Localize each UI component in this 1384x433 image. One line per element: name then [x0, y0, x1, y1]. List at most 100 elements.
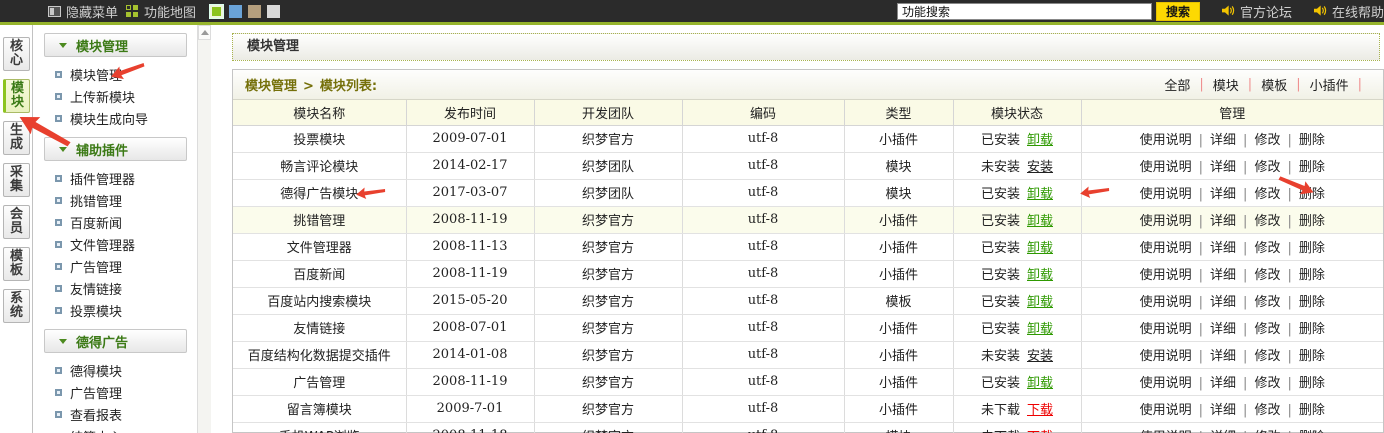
theme-swatch-1[interactable]: [209, 3, 225, 19]
action-link-修改[interactable]: 修改: [1254, 214, 1280, 229]
theme-swatch-4[interactable]: [267, 4, 281, 18]
action-link-删除[interactable]: 删除: [1299, 295, 1325, 310]
action-link-详细[interactable]: 详细: [1210, 241, 1236, 256]
action-link-删除[interactable]: 删除: [1299, 376, 1325, 391]
action-link-使用说明[interactable]: 使用说明: [1140, 322, 1192, 337]
action-link-使用说明[interactable]: 使用说明: [1140, 160, 1192, 175]
tab-系统[interactable]: 系统: [3, 289, 30, 323]
status-action-link[interactable]: 卸载: [1027, 187, 1053, 202]
sidebar-item-模块管理[interactable]: 模块管理: [34, 63, 197, 85]
sidebar-item-模块生成向导[interactable]: 模块生成向导: [34, 107, 197, 129]
action-link-详细[interactable]: 详细: [1210, 214, 1236, 229]
sidebar-item-插件管理器[interactable]: 插件管理器: [34, 167, 197, 189]
sidebar-item-结算中心[interactable]: 结算中心: [34, 425, 197, 433]
action-link-修改[interactable]: 修改: [1254, 160, 1280, 175]
action-link-使用说明[interactable]: 使用说明: [1140, 133, 1192, 148]
tab-label: 核心: [9, 39, 23, 68]
action-link-使用说明[interactable]: 使用说明: [1140, 214, 1192, 229]
status-action-link[interactable]: 卸载: [1027, 214, 1053, 229]
sidebar-scrollbar[interactable]: [197, 25, 211, 433]
action-link-详细[interactable]: 详细: [1210, 187, 1236, 202]
bullet-icon: [55, 196, 62, 204]
search-input[interactable]: [896, 2, 1152, 20]
action-link-修改[interactable]: 修改: [1254, 241, 1280, 256]
action-link-修改[interactable]: 修改: [1254, 376, 1280, 391]
sidebar-section-header-模块管理[interactable]: 模块管理: [44, 33, 187, 57]
sidebar-item-查看报表[interactable]: 查看报表: [34, 403, 197, 425]
sidebar-item-友情链接[interactable]: 友情链接: [34, 277, 197, 299]
tab-会员[interactable]: 会员: [3, 205, 30, 239]
action-link-修改[interactable]: 修改: [1254, 349, 1280, 364]
action-link-修改[interactable]: 修改: [1254, 268, 1280, 283]
status-action-link[interactable]: 卸载: [1027, 322, 1053, 337]
action-link-使用说明[interactable]: 使用说明: [1140, 187, 1192, 202]
action-link-删除[interactable]: 删除: [1299, 403, 1325, 418]
action-link-修改[interactable]: 修改: [1254, 187, 1280, 202]
action-link-修改[interactable]: 修改: [1254, 403, 1280, 418]
action-link-删除[interactable]: 删除: [1299, 349, 1325, 364]
top-link-official-forum[interactable]: 官方论坛: [1221, 2, 1292, 21]
action-link-详细[interactable]: 详细: [1210, 403, 1236, 418]
action-link-删除[interactable]: 删除: [1299, 214, 1325, 229]
action-link-删除[interactable]: 删除: [1299, 268, 1325, 283]
sidebar-item-挑错管理[interactable]: 挑错管理: [34, 189, 197, 211]
action-link-删除[interactable]: 删除: [1299, 160, 1325, 175]
sidebar-item-广告管理[interactable]: 广告管理: [34, 381, 197, 403]
action-link-修改[interactable]: 修改: [1254, 322, 1280, 337]
action-link-删除[interactable]: 删除: [1299, 187, 1325, 202]
sidebar-item-上传新模块[interactable]: 上传新模块: [34, 85, 197, 107]
action-separator: |: [1243, 349, 1248, 364]
status-action-link[interactable]: 安装: [1027, 160, 1053, 175]
tab-生成[interactable]: 生成: [3, 121, 30, 155]
action-link-使用说明[interactable]: 使用说明: [1140, 268, 1192, 283]
action-link-修改[interactable]: 修改: [1254, 295, 1280, 310]
sidebar-item-文件管理器[interactable]: 文件管理器: [34, 233, 197, 255]
status-action-link[interactable]: 卸载: [1027, 133, 1053, 148]
filter-link-模板[interactable]: 模板: [1261, 75, 1287, 94]
status-action-link[interactable]: 卸载: [1027, 268, 1053, 283]
action-link-删除[interactable]: 删除: [1299, 322, 1325, 337]
action-link-使用说明[interactable]: 使用说明: [1140, 295, 1192, 310]
filter-link-模块[interactable]: 模块: [1213, 75, 1239, 94]
action-link-详细[interactable]: 详细: [1210, 268, 1236, 283]
action-link-详细[interactable]: 详细: [1210, 376, 1236, 391]
action-link-详细[interactable]: 详细: [1210, 133, 1236, 148]
status-action-link[interactable]: 卸载: [1027, 376, 1053, 391]
sidebar-section-header-德得广告[interactable]: 德得广告: [44, 329, 187, 353]
status-action-link[interactable]: 下载: [1027, 403, 1053, 418]
action-link-删除[interactable]: 删除: [1299, 133, 1325, 148]
theme-swatch-2[interactable]: [229, 4, 243, 18]
sidebar-item-广告管理[interactable]: 广告管理: [34, 255, 197, 277]
tab-核心[interactable]: 核心: [3, 37, 30, 71]
tab-采集[interactable]: 采集: [3, 163, 30, 197]
filter-link-全部[interactable]: 全部: [1164, 75, 1190, 94]
action-link-修改[interactable]: 修改: [1254, 133, 1280, 148]
action-link-使用说明[interactable]: 使用说明: [1140, 403, 1192, 418]
action-link-详细[interactable]: 详细: [1210, 160, 1236, 175]
management-cell: 使用说明 | 详细 | 修改 | 删除: [1081, 314, 1383, 342]
sidebar-item-投票模块[interactable]: 投票模块: [34, 299, 197, 321]
top-menu-item-hide-menu[interactable]: 隐藏菜单: [48, 2, 118, 21]
sidebar-item-百度新闻[interactable]: 百度新闻: [34, 211, 197, 233]
status-action-link[interactable]: 卸载: [1027, 241, 1053, 256]
sidebar-item-德得模块[interactable]: 德得模块: [34, 359, 197, 381]
breadcrumb-root[interactable]: 模块管理: [245, 79, 297, 94]
action-link-使用说明[interactable]: 使用说明: [1140, 349, 1192, 364]
theme-swatch-3[interactable]: [248, 4, 262, 18]
top-menu-item-function-map[interactable]: 功能地图: [126, 2, 196, 21]
action-link-详细[interactable]: 详细: [1210, 295, 1236, 310]
action-link-详细[interactable]: 详细: [1210, 349, 1236, 364]
action-link-删除[interactable]: 删除: [1299, 241, 1325, 256]
action-link-详细[interactable]: 详细: [1210, 322, 1236, 337]
sidebar-section-header-辅助插件[interactable]: 辅助插件: [44, 137, 187, 161]
action-link-使用说明[interactable]: 使用说明: [1140, 376, 1192, 391]
action-link-使用说明[interactable]: 使用说明: [1140, 241, 1192, 256]
scroll-up-button[interactable]: [198, 25, 211, 40]
status-action-link[interactable]: 安装: [1027, 349, 1053, 364]
top-link-online-help[interactable]: 在线帮助: [1313, 2, 1384, 21]
status-action-link[interactable]: 卸载: [1027, 295, 1053, 310]
tab-模块[interactable]: 模块: [3, 79, 30, 113]
filter-link-小插件[interactable]: 小插件: [1310, 75, 1349, 94]
search-button[interactable]: 搜索: [1155, 1, 1200, 21]
tab-模板[interactable]: 模板: [3, 247, 30, 281]
